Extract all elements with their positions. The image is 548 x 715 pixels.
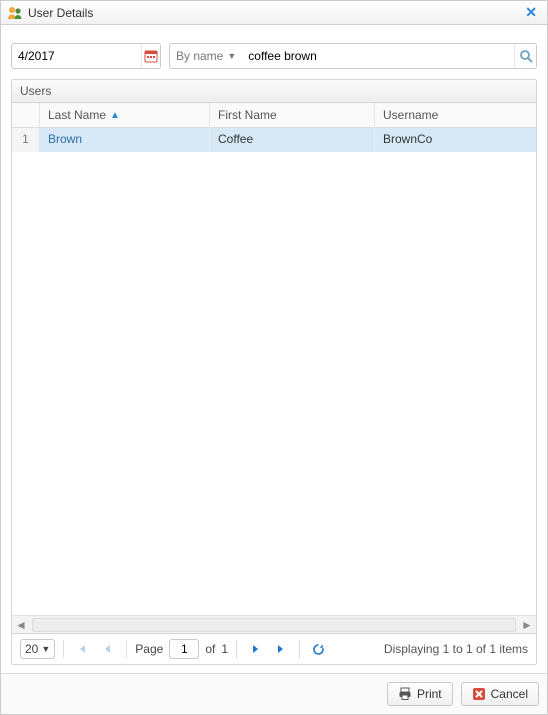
date-picker[interactable] [11, 43, 161, 69]
page-input[interactable] [169, 639, 199, 659]
search-input[interactable] [242, 45, 514, 67]
table-row[interactable]: 1 Brown Coffee BrownCo [12, 128, 536, 152]
row-number: 1 [12, 128, 40, 152]
search-box: By name ▼ [169, 43, 537, 69]
separator [299, 640, 300, 658]
print-icon [398, 687, 412, 701]
cancel-label: Cancel [491, 687, 528, 701]
col-last-name-label: Last Name [48, 108, 106, 122]
print-label: Print [417, 687, 442, 701]
filter-row: By name ▼ [11, 43, 537, 69]
cancel-button[interactable]: Cancel [461, 682, 539, 706]
pager: 20 ▼ Page of 1 [12, 633, 536, 664]
page-size-value: 20 [25, 642, 38, 656]
grid-title: Users [12, 80, 536, 103]
col-username-label: Username [383, 108, 438, 122]
page-label: Page [135, 642, 163, 656]
cell-username: BrownCo [375, 128, 536, 152]
scroll-right-icon[interactable]: ► [518, 616, 536, 634]
separator [126, 640, 127, 658]
display-text: Displaying 1 to 1 of 1 items [384, 642, 528, 656]
chevron-down-icon: ▼ [227, 51, 236, 61]
users-icon [7, 5, 23, 21]
last-page-button[interactable] [271, 639, 291, 659]
horizontal-scrollbar[interactable]: ◄ ► [12, 615, 536, 633]
col-first-name[interactable]: First Name [210, 103, 375, 127]
of-label: of [205, 642, 215, 656]
search-mode-label: By name [176, 49, 223, 63]
search-icon[interactable] [514, 45, 536, 67]
titlebar: User Details ✕ [1, 1, 547, 25]
content-area: By name ▼ Users Last Name ▲ [1, 25, 547, 673]
scroll-left-icon[interactable]: ◄ [12, 616, 30, 634]
total-pages: 1 [221, 642, 228, 656]
close-button[interactable]: ✕ [521, 4, 541, 21]
date-input[interactable] [12, 45, 141, 67]
cancel-icon [472, 687, 486, 701]
cell-last-name: Brown [40, 128, 210, 152]
chevron-down-icon: ▼ [41, 644, 50, 654]
first-page-button[interactable] [72, 639, 92, 659]
col-last-name[interactable]: Last Name ▲ [40, 103, 210, 127]
separator [63, 640, 64, 658]
col-rownum [12, 103, 40, 127]
separator [236, 640, 237, 658]
dialog-footer: Print Cancel [1, 673, 547, 714]
refresh-button[interactable] [308, 639, 328, 659]
prev-page-button[interactable] [98, 639, 118, 659]
window-title: User Details [28, 6, 521, 20]
scroll-track[interactable] [32, 618, 516, 632]
col-username[interactable]: Username [375, 103, 536, 127]
page-size-select[interactable]: 20 ▼ [20, 639, 55, 659]
col-first-name-label: First Name [218, 108, 277, 122]
print-button[interactable]: Print [387, 682, 453, 706]
calendar-icon[interactable] [141, 45, 160, 67]
grid-header-row: Last Name ▲ First Name Username [12, 103, 536, 128]
user-details-dialog: User Details ✕ By name [0, 0, 548, 715]
cell-first-name: Coffee [210, 128, 375, 152]
users-grid: Users Last Name ▲ First Name Username 1 … [11, 79, 537, 665]
search-mode-dropdown[interactable]: By name ▼ [176, 49, 242, 63]
sort-asc-icon: ▲ [110, 110, 120, 121]
grid-body[interactable]: 1 Brown Coffee BrownCo [12, 128, 536, 615]
next-page-button[interactable] [245, 639, 265, 659]
